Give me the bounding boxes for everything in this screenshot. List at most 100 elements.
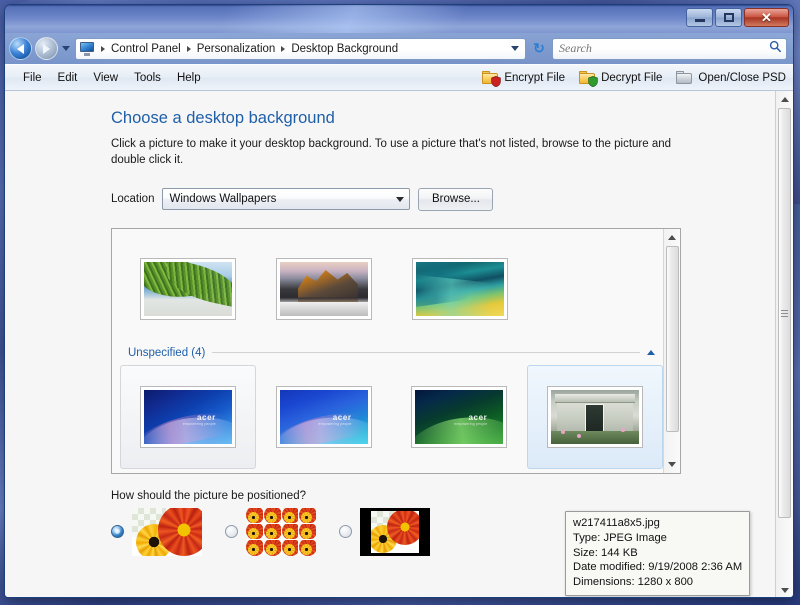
file-tooltip: w217411a8x5.jpg Type: JPEG Image Size: 1… bbox=[565, 511, 751, 596]
content-area: Choose a desktop background Click a pict… bbox=[5, 90, 793, 597]
tooltip-filename: w217411a8x5.jpg bbox=[573, 517, 660, 529]
back-arrow-icon bbox=[17, 43, 24, 54]
location-dropdown[interactable]: Windows Wallpapers bbox=[162, 188, 411, 211]
radio-tile[interactable] bbox=[225, 525, 238, 539]
folder-red-shield-icon bbox=[482, 70, 502, 87]
section-header-unspecified[interactable]: Unspecified (4) bbox=[128, 347, 655, 359]
maximize-button[interactable] bbox=[715, 8, 742, 27]
tooltip-type: Type: JPEG Image bbox=[573, 531, 667, 544]
close-button[interactable]: ✕ bbox=[744, 8, 789, 27]
window-scrollbar[interactable] bbox=[775, 91, 793, 597]
position-option-center[interactable] bbox=[339, 507, 453, 556]
gallery-row-windows-wallpapers bbox=[120, 237, 663, 341]
gallery-scroll-thumb[interactable] bbox=[665, 245, 679, 432]
thumbnail-palm-beach[interactable] bbox=[120, 237, 256, 341]
position-option-tile[interactable] bbox=[225, 507, 339, 556]
maximize-icon bbox=[723, 13, 734, 22]
decrypt-file-button[interactable]: Decrypt File bbox=[572, 69, 669, 87]
thumbnail-teal-aurora[interactable] bbox=[392, 237, 528, 341]
tooltip-dimensions: Dimensions: 1280 x 800 bbox=[573, 576, 694, 589]
open-close-psd-label: Open/Close PSD bbox=[698, 71, 786, 84]
location-value: Windows Wallpapers bbox=[169, 193, 277, 206]
close-icon: ✕ bbox=[761, 10, 772, 25]
radio-fill[interactable] bbox=[111, 525, 124, 539]
tooltip-size: Size: 144 KB bbox=[573, 546, 638, 559]
section-divider bbox=[212, 352, 640, 354]
refresh-icon: ↻ bbox=[533, 40, 545, 56]
thumbnail-canyon-reflection[interactable] bbox=[256, 237, 392, 341]
gallery-row-unspecified: acer empowering people acer empowering peo… bbox=[120, 364, 663, 469]
thumbnail-house-photo[interactable] bbox=[527, 364, 663, 469]
open-close-psd-button[interactable]: Open/Close PSD bbox=[669, 69, 793, 87]
thumbnail-acer-bright-blue[interactable]: acer empowering people bbox=[256, 365, 392, 469]
window-scroll-track[interactable] bbox=[776, 518, 793, 582]
forward-button[interactable] bbox=[35, 37, 58, 60]
window-scroll-thumb[interactable] bbox=[778, 108, 791, 518]
decrypt-file-label: Decrypt File bbox=[601, 71, 663, 84]
minimize-icon bbox=[694, 19, 705, 22]
page-title: Choose a desktop background bbox=[111, 109, 335, 127]
breadcrumb-personalization[interactable]: Personalization bbox=[195, 42, 278, 56]
thumbnail-image: acer empowering people bbox=[275, 385, 372, 448]
breadcrumb-bar[interactable]: Control Panel Personalization Desktop Ba… bbox=[75, 37, 526, 60]
breadcrumb-control-panel[interactable]: Control Panel bbox=[109, 42, 183, 56]
breadcrumb-separator-icon bbox=[186, 45, 191, 52]
scroll-down-icon bbox=[780, 588, 789, 593]
section-title: Unspecified (4) bbox=[128, 346, 206, 359]
window-controls: ✕ bbox=[686, 8, 789, 27]
scroll-thumb-grip-icon bbox=[779, 109, 790, 517]
position-preview-fill[interactable] bbox=[132, 507, 202, 556]
encrypt-file-button[interactable]: Encrypt File bbox=[475, 69, 572, 87]
search-input[interactable] bbox=[557, 40, 769, 57]
search-icon bbox=[769, 40, 782, 58]
menu-help[interactable]: Help bbox=[169, 69, 209, 87]
position-preview-center[interactable] bbox=[360, 507, 430, 556]
thumbnail-image: acer empowering people bbox=[139, 385, 236, 448]
scroll-up-icon bbox=[780, 97, 789, 102]
content-inner: Choose a desktop background Click a pict… bbox=[5, 91, 775, 597]
thumbnail-acer-green[interactable]: acer empowering people bbox=[392, 365, 528, 469]
menu-file[interactable]: File bbox=[15, 69, 50, 87]
tooltip-date-modified: Date modified: 9/19/2008 2:36 AM bbox=[573, 561, 743, 574]
history-dropdown-icon[interactable] bbox=[62, 46, 70, 51]
breadcrumb-desktop-background[interactable]: Desktop Background bbox=[289, 42, 400, 56]
browse-button[interactable]: Browse... bbox=[418, 187, 494, 211]
thumbnail-image bbox=[276, 257, 372, 320]
menu-view[interactable]: View bbox=[85, 69, 126, 87]
desktop-background-window: ✕ Control Panel Personalization Desktop … bbox=[4, 4, 794, 598]
gallery-scroll-down-button[interactable] bbox=[664, 456, 681, 473]
breadcrumb-separator-icon bbox=[281, 45, 286, 52]
thumbnail-image bbox=[412, 257, 508, 320]
address-dropdown-icon[interactable] bbox=[511, 46, 519, 51]
thumbnail-image bbox=[547, 385, 644, 448]
forward-arrow-icon bbox=[43, 43, 50, 54]
minimize-button[interactable] bbox=[686, 8, 713, 27]
location-label: Location bbox=[111, 193, 155, 206]
menu-tools[interactable]: Tools bbox=[126, 69, 169, 87]
gallery-scroll-track[interactable] bbox=[664, 432, 680, 456]
scroll-down-icon bbox=[668, 461, 676, 467]
wallpaper-gallery: Unspecified (4) acer empowering people a… bbox=[111, 227, 681, 474]
radio-center[interactable] bbox=[339, 525, 352, 539]
position-question: How should the picture be positioned? bbox=[111, 489, 306, 502]
encrypt-file-label: Encrypt File bbox=[504, 71, 566, 84]
scroll-up-icon bbox=[668, 234, 676, 240]
folder-green-shield-icon bbox=[579, 70, 598, 87]
chevron-up-icon[interactable] bbox=[647, 350, 655, 356]
thumbnail-image: acer empowering people bbox=[411, 385, 508, 448]
thumbnail-acer-dark-blue[interactable]: acer empowering people bbox=[120, 364, 256, 469]
position-preview-tile[interactable] bbox=[246, 507, 316, 556]
menu-edit[interactable]: Edit bbox=[50, 69, 86, 87]
title-bar[interactable]: ✕ bbox=[5, 5, 793, 33]
gallery-scroll-up-button[interactable] bbox=[664, 229, 681, 246]
gallery-scrollbar[interactable] bbox=[663, 228, 681, 473]
window-scroll-up-button[interactable] bbox=[776, 91, 793, 108]
position-option-fill[interactable] bbox=[111, 507, 225, 556]
back-button[interactable] bbox=[9, 37, 32, 60]
search-box[interactable] bbox=[552, 37, 787, 60]
refresh-button[interactable]: ↻ bbox=[529, 38, 549, 59]
folder-grey-icon bbox=[676, 70, 694, 85]
window-scroll-down-button[interactable] bbox=[776, 582, 793, 597]
thumbnail-image bbox=[140, 257, 236, 320]
address-bar: Control Panel Personalization Desktop Ba… bbox=[5, 33, 793, 64]
